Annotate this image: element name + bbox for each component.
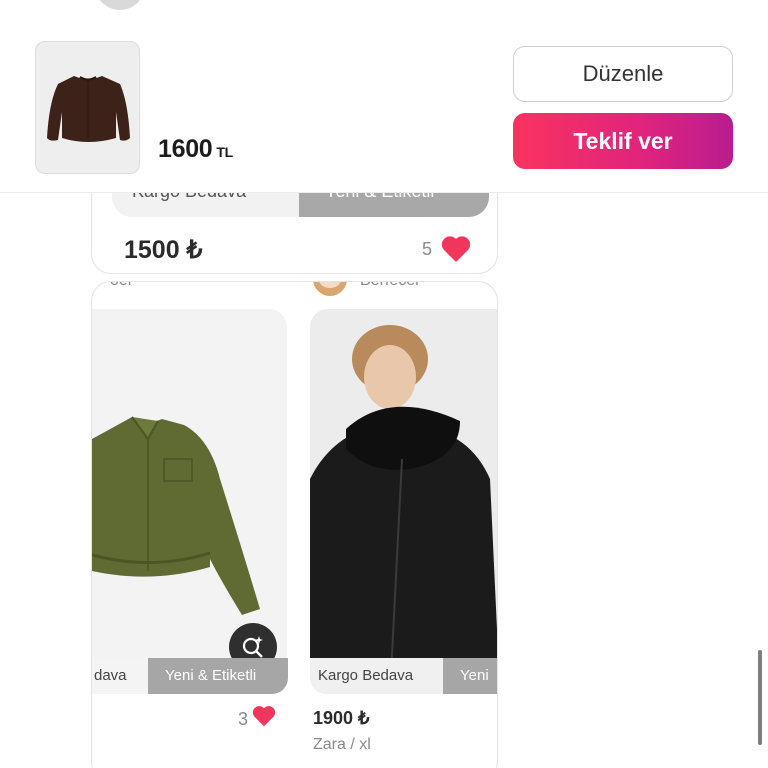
product-image-green-jacket[interactable] (92, 309, 287, 694)
product-image-leather-jacket[interactable] (310, 309, 497, 694)
like-count: 5 (422, 239, 433, 259)
product-action-bar: 1600 TL Düzenle Teklif ver (0, 0, 768, 193)
edit-button[interactable]: Düzenle (513, 46, 733, 102)
tag-new-with-tags: Yeni & Etiketli (148, 658, 288, 694)
listing-row: oer Berfecer dava Yeni & Etiketli 3 (91, 281, 498, 768)
model-leather-jacket-image (310, 309, 497, 694)
heart-icon[interactable] (441, 235, 471, 268)
product-thumbnail[interactable] (35, 41, 140, 174)
make-offer-button[interactable]: Teklif ver (513, 113, 733, 169)
product-price: 1600 TL (158, 135, 233, 164)
avatar (95, 0, 145, 10)
tag-free-shipping: Kargo Bedava (310, 658, 443, 694)
seller-name[interactable]: oer (110, 282, 133, 290)
listing-price: 1500 ₺ (124, 236, 203, 264)
tag-new-with-tags: Yeni (443, 658, 497, 694)
brown-sweater-image (47, 76, 130, 142)
brand-size: Zara / xl (313, 736, 371, 753)
price-currency: TL (216, 144, 233, 160)
tag-free-shipping: dava (92, 658, 148, 694)
price-value: 1600 (158, 135, 213, 163)
listing-price: 1900 ₺ (313, 708, 370, 728)
like-count: 3 (238, 709, 249, 729)
seller-avatar[interactable] (313, 282, 347, 296)
scrollbar[interactable] (758, 650, 762, 745)
seller-name[interactable]: Berfecer (360, 282, 420, 290)
heart-icon[interactable] (252, 705, 276, 732)
visual-search-icon (242, 636, 263, 658)
